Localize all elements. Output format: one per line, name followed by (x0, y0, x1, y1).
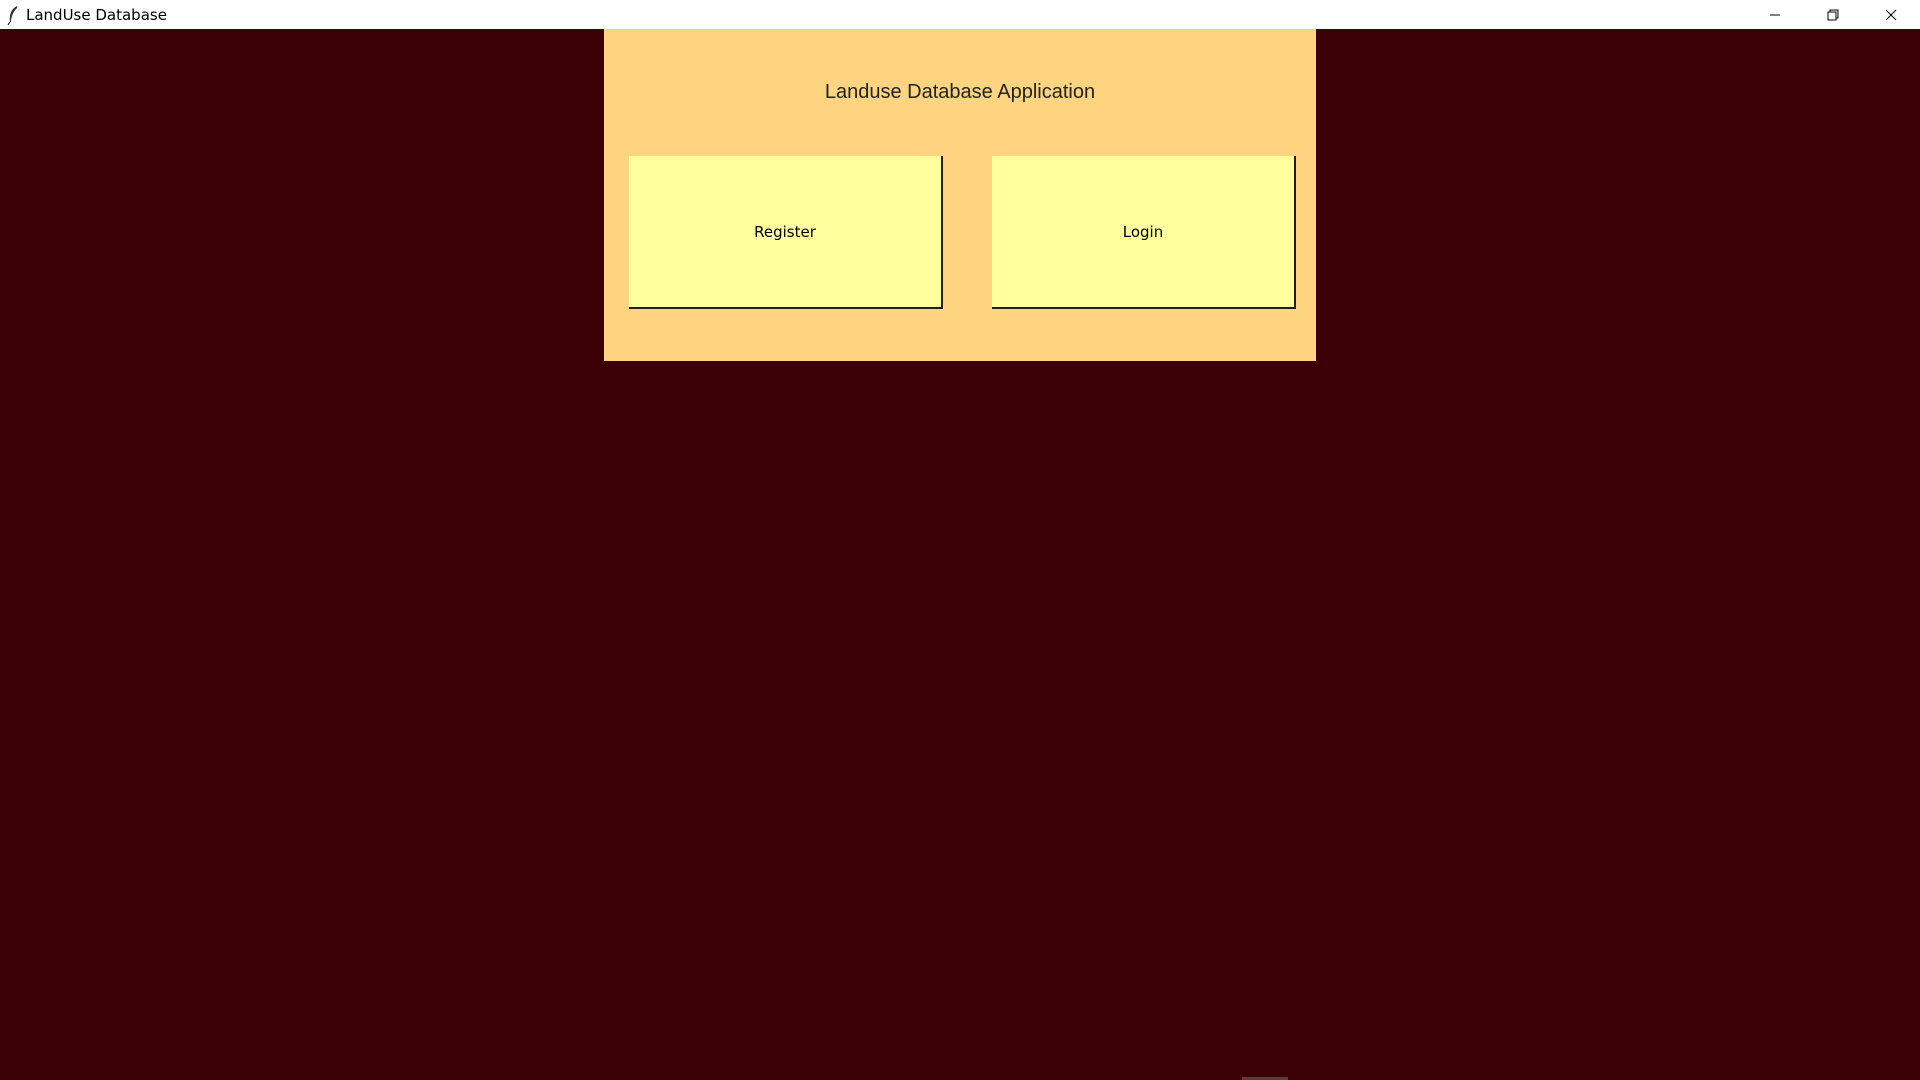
restore-icon[interactable] (1804, 0, 1862, 29)
register-button[interactable]: Register (629, 156, 943, 309)
minimize-icon[interactable] (1746, 0, 1804, 29)
app-window: LandUse Database Landuse Database Applic (0, 0, 1920, 1080)
menu-panel: Landuse Database Application Register Lo… (604, 29, 1316, 361)
page-title: Landuse Database Application (824, 81, 1096, 103)
title-bar[interactable]: LandUse Database (0, 0, 1920, 29)
login-button[interactable]: Login (992, 156, 1296, 309)
close-icon[interactable] (1862, 0, 1920, 29)
window-controls (1746, 0, 1920, 29)
window-title: LandUse Database (26, 5, 167, 24)
feather-icon (6, 5, 20, 25)
main-canvas: Landuse Database Application Register Lo… (0, 29, 1920, 1080)
